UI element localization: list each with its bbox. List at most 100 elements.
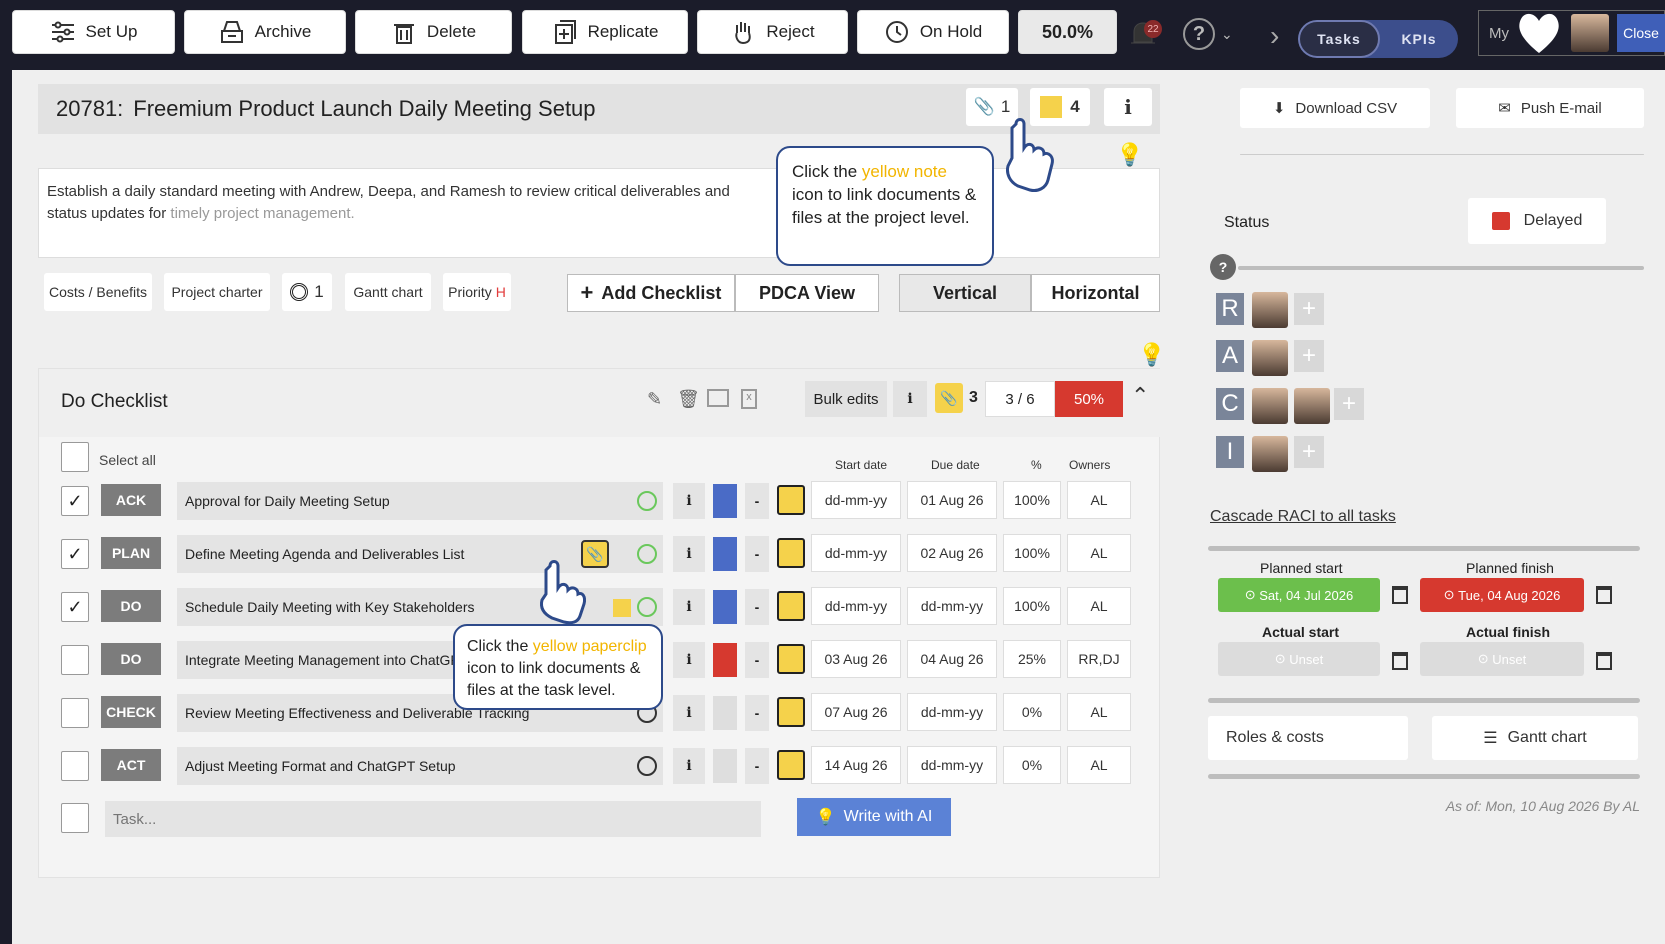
avatar[interactable] xyxy=(1252,292,1288,328)
priority-chip[interactable]: Priority H xyxy=(443,273,511,311)
calendar-icon[interactable] xyxy=(1392,586,1408,604)
task-dash[interactable]: - xyxy=(745,589,769,625)
on-hold-button[interactable]: On Hold xyxy=(857,10,1009,54)
excel-icon[interactable]: x xyxy=(741,389,757,409)
task-info-icon[interactable]: i xyxy=(673,483,705,519)
bulk-edits-button[interactable]: Bulk edits xyxy=(805,381,887,417)
chevron-right-icon[interactable]: › xyxy=(1270,20,1279,52)
task-pct[interactable]: 100% xyxy=(1003,587,1061,625)
task-checkbox[interactable]: ✓ xyxy=(61,592,89,622)
new-task-input[interactable] xyxy=(105,801,761,837)
envelope-note-icon[interactable] xyxy=(777,485,805,515)
task-color[interactable] xyxy=(713,643,737,677)
envelope-note-icon[interactable] xyxy=(777,750,805,780)
actual-finish-badge[interactable]: ⊙ Unset xyxy=(1420,642,1584,676)
reject-button[interactable]: Reject xyxy=(697,10,848,54)
calendar-icon[interactable] xyxy=(1596,586,1612,604)
new-task-checkbox[interactable] xyxy=(61,803,89,833)
task-owners[interactable]: AL xyxy=(1067,587,1131,625)
task-start-date[interactable]: dd-mm-yy xyxy=(811,481,901,519)
avatar[interactable] xyxy=(1252,436,1288,472)
task-dash[interactable]: - xyxy=(745,642,769,678)
target-chip[interactable]: 1 xyxy=(282,273,332,311)
task-start-date[interactable]: 07 Aug 26 xyxy=(811,693,901,731)
tab-kpis[interactable]: KPIs xyxy=(1380,20,1458,58)
task-due-date[interactable]: 02 Aug 26 xyxy=(907,534,997,572)
actual-start-badge[interactable]: ⊙ Unset xyxy=(1218,642,1380,676)
task-owners[interactable]: AL xyxy=(1067,481,1131,519)
envelope-note-icon[interactable] xyxy=(777,538,805,568)
task-owners[interactable]: AL xyxy=(1067,693,1131,731)
avatar[interactable] xyxy=(1571,14,1609,52)
note-icon[interactable] xyxy=(613,599,631,617)
smiley-icon[interactable] xyxy=(637,544,657,564)
paperclip-icon-yellow[interactable]: 📎 xyxy=(935,383,963,413)
project-charter-chip[interactable]: Project charter xyxy=(164,273,270,311)
info-icon[interactable]: i xyxy=(1104,88,1152,126)
avatar[interactable] xyxy=(1252,340,1288,376)
task-pct[interactable]: 100% xyxy=(1003,534,1061,572)
heart-icon[interactable] xyxy=(1515,11,1563,55)
planned-finish-badge[interactable]: ⊙ Tue, 04 Aug 2026 xyxy=(1420,578,1584,612)
checklist-info-icon[interactable]: i xyxy=(893,381,927,417)
task-color[interactable] xyxy=(713,696,737,730)
task-checkbox[interactable]: ✓ xyxy=(61,486,89,516)
add-i-button[interactable]: + xyxy=(1294,436,1324,468)
status-badge[interactable]: Delayed xyxy=(1468,198,1606,244)
task-owners[interactable]: AL xyxy=(1067,746,1131,784)
push-email-button[interactable]: ✉ Push E-mail xyxy=(1456,88,1644,128)
trash-icon-2[interactable]: 🗑 xyxy=(677,389,700,410)
collapse-icon[interactable]: ⌃ xyxy=(1131,383,1149,409)
calendar-icon[interactable] xyxy=(1392,652,1408,670)
tab-tasks[interactable]: Tasks xyxy=(1298,20,1380,58)
gantt-chart-button[interactable]: ☰ Gantt chart xyxy=(1432,716,1638,760)
calendar-grid-icon[interactable] xyxy=(707,389,729,407)
cascade-raci-link[interactable]: Cascade RACI to all tasks xyxy=(1210,508,1396,526)
task-checkbox[interactable] xyxy=(61,751,89,781)
roles-costs-button[interactable]: Roles & costs xyxy=(1208,716,1408,760)
write-with-ai-button[interactable]: 💡 Write with AI xyxy=(797,798,951,836)
archive-button[interactable]: Archive xyxy=(184,10,346,54)
add-a-button[interactable]: + xyxy=(1294,340,1324,372)
horizontal-button[interactable]: Horizontal xyxy=(1031,274,1160,312)
task-name[interactable]: Approval for Daily Meeting Setup xyxy=(177,482,663,520)
task-checkbox[interactable]: ✓ xyxy=(61,539,89,569)
add-c-button[interactable]: + xyxy=(1334,388,1364,420)
task-color[interactable] xyxy=(713,749,737,783)
avatar[interactable] xyxy=(1294,388,1330,424)
vertical-button[interactable]: Vertical xyxy=(899,274,1031,312)
help-icon-2[interactable]: ? xyxy=(1210,254,1236,280)
setup-button[interactable]: Set Up xyxy=(12,10,175,54)
gantt-chip[interactable]: Gantt chart xyxy=(345,273,431,311)
task-due-date[interactable]: 04 Aug 26 xyxy=(907,640,997,678)
task-checkbox[interactable] xyxy=(61,698,89,728)
envelope-note-icon[interactable] xyxy=(777,697,805,727)
pdca-view-button[interactable]: PDCA View xyxy=(735,274,879,312)
task-dash[interactable]: - xyxy=(745,536,769,572)
task-dash[interactable]: - xyxy=(745,695,769,731)
envelope-note-icon[interactable] xyxy=(777,591,805,621)
task-owners[interactable]: RR,DJ xyxy=(1067,640,1131,678)
download-csv-button[interactable]: ⬇ Download CSV xyxy=(1240,88,1430,128)
task-color[interactable] xyxy=(713,484,737,518)
calendar-icon[interactable] xyxy=(1596,652,1612,670)
task-checkbox[interactable] xyxy=(61,645,89,675)
task-info-icon[interactable]: i xyxy=(673,748,705,784)
task-start-date[interactable]: dd-mm-yy xyxy=(811,534,901,572)
task-pct[interactable]: 0% xyxy=(1003,693,1061,731)
task-pct[interactable]: 0% xyxy=(1003,746,1061,784)
task-info-icon[interactable]: i xyxy=(673,642,705,678)
task-dash[interactable]: - xyxy=(745,748,769,784)
smiley-icon[interactable] xyxy=(637,491,657,511)
smiley-icon[interactable] xyxy=(637,756,657,776)
task-pct[interactable]: 100% xyxy=(1003,481,1061,519)
costs-benefits-chip[interactable]: Costs / Benefits xyxy=(44,273,152,311)
add-r-button[interactable]: + xyxy=(1294,293,1324,325)
close-button[interactable]: Close xyxy=(1617,14,1665,52)
replicate-button[interactable]: Replicate xyxy=(522,10,688,54)
task-name[interactable]: Adjust Meeting Format and ChatGPT Setup xyxy=(177,747,663,785)
task-due-date[interactable]: dd-mm-yy xyxy=(907,693,997,731)
task-info-icon[interactable]: i xyxy=(673,589,705,625)
task-start-date[interactable]: 03 Aug 26 xyxy=(811,640,901,678)
delete-button[interactable]: Delete xyxy=(355,10,512,54)
